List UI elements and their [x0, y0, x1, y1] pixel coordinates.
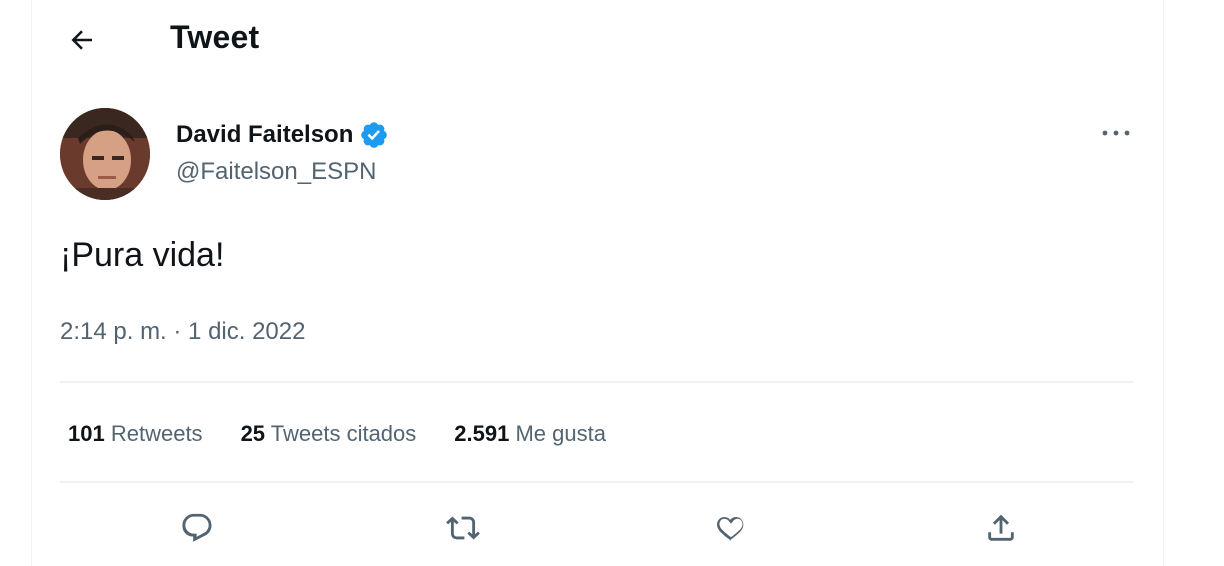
retweet-icon	[446, 516, 480, 540]
like-button[interactable]	[708, 505, 754, 551]
author-name[interactable]: David Faitelson	[176, 121, 353, 149]
quotes-label: Tweets citados	[270, 421, 417, 446]
retweet-button[interactable]	[440, 505, 486, 551]
author-handle[interactable]: @Faitelson_ESPN	[176, 158, 376, 186]
retweets-stat[interactable]: 101 Retweets	[68, 421, 203, 447]
tweet-text: ¡Pura vida!	[60, 236, 225, 274]
arrow-left-icon	[71, 30, 92, 50]
share-icon	[988, 514, 1014, 541]
divider	[60, 481, 1134, 483]
quotes-count: 25	[240, 421, 266, 446]
divider	[60, 381, 1134, 383]
reply-button[interactable]	[174, 505, 220, 551]
tweet-timestamp[interactable]: 2:14 p. m. · 1 dic. 2022	[60, 318, 305, 346]
verified-badge-icon	[361, 122, 388, 148]
avatar[interactable]	[60, 108, 150, 200]
likes-count: 2.591	[454, 421, 510, 446]
tweet-stats: 101 Retweets 25 Tweets citados 2.591 Me …	[68, 421, 606, 447]
column-divider-left	[31, 0, 32, 566]
likes-stat[interactable]: 2.591 Me gusta	[454, 421, 606, 447]
reply-icon	[182, 513, 212, 542]
retweets-count: 101	[68, 421, 105, 446]
top-bar: Tweet	[32, 0, 1163, 80]
column-divider-right	[1163, 0, 1164, 566]
tweet-author: David Faitelson @Faitelson_ESPN	[60, 108, 1140, 204]
author-name-row[interactable]: David Faitelson	[176, 120, 389, 150]
share-button[interactable]	[978, 505, 1024, 551]
page-title: Tweet	[170, 19, 260, 55]
likes-label: Me gusta	[515, 421, 606, 446]
avatar-image	[60, 108, 150, 200]
like-icon	[717, 517, 744, 541]
more-options-button[interactable]	[1096, 118, 1136, 148]
retweets-label: Retweets	[110, 421, 203, 446]
back-button[interactable]	[62, 20, 102, 60]
more-dots-icon	[1102, 130, 1130, 136]
quotes-stat[interactable]: 25 Tweets citados	[241, 421, 417, 447]
tweet-actions	[60, 505, 1134, 551]
